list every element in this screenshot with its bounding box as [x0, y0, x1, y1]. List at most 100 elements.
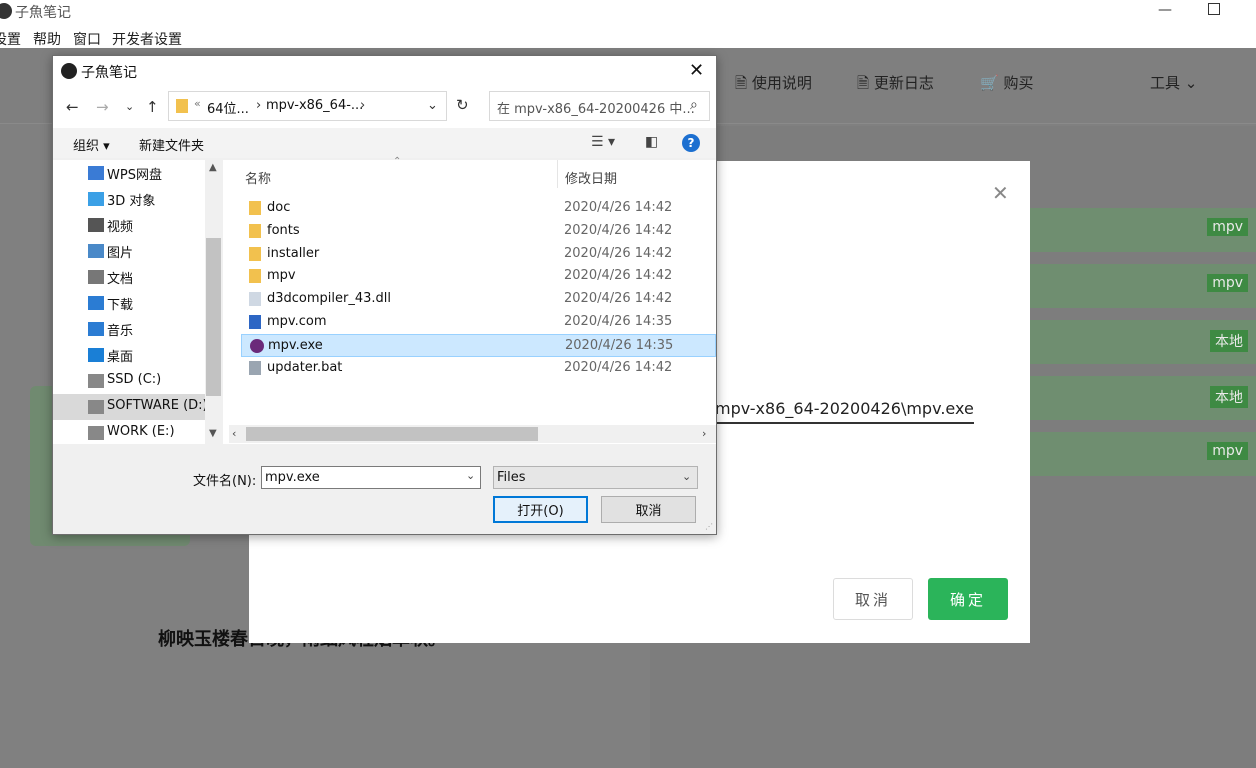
column-header-date[interactable]: 修改日期 [565, 168, 617, 187]
file-name: d3dcompiler_43.dll [267, 291, 392, 307]
overflow-chevron-icon[interactable]: « [194, 97, 201, 110]
file-list: ⌃ 名称 修改日期 ‹ › doc 2020/4/26 14:42 fonts 202… [223, 156, 716, 444]
scroll-right-icon[interactable]: › [702, 427, 706, 440]
menu-developer-settings[interactable]: 开发者设置 [112, 29, 182, 49]
cancel-button[interactable]: 取消 [833, 578, 913, 620]
nav-tree-item[interactable]: 视频 [53, 212, 205, 238]
app-titlebar: 子魚笔记 — [0, 0, 1256, 24]
file-date: 2020/4/26 14:35 [564, 314, 673, 329]
nav-tree-label: SSD (C:) [107, 372, 162, 387]
file-row[interactable]: installer 2020/4/26 14:42 [241, 243, 716, 266]
search-placeholder: 在 mpv-x86_64-20200426 中... [497, 102, 695, 117]
folder-icon [249, 223, 261, 238]
bat-file-icon [249, 360, 261, 375]
file-row[interactable]: doc 2020/4/26 14:42 [241, 197, 716, 220]
scrollbar-thumb[interactable] [206, 238, 221, 396]
menu-window[interactable]: 窗口 [73, 29, 101, 49]
app-logo-icon [61, 63, 77, 79]
column-divider[interactable] [557, 160, 558, 188]
back-arrow-icon[interactable]: ← [66, 98, 79, 116]
sort-ascending-icon: ⌃ [393, 156, 402, 167]
dialog-cancel-button[interactable]: 取消 [601, 496, 696, 523]
nav-tree-label: 桌面 [107, 350, 134, 365]
cloud-icon [88, 166, 104, 180]
player-path-field[interactable]: mpv-x86_64-20200426\mpv.exe [715, 399, 974, 424]
nav-tree-item[interactable]: WORK (E:) [53, 420, 205, 446]
file-date: 2020/4/26 14:35 [565, 337, 674, 353]
dialog-titlebar: 子魚笔记 ✕ [53, 56, 716, 86]
nav-buy-link[interactable]: 🛒 购买 [980, 72, 1033, 93]
open-button[interactable]: 打开(O) [493, 496, 588, 523]
file-row[interactable]: updater.bat 2020/4/26 14:42 [241, 357, 716, 380]
help-icon[interactable]: ? [682, 134, 700, 152]
app-logo-icon [0, 3, 12, 19]
nav-tree-label: SOFTWARE (D:) [107, 398, 208, 413]
mpv-app-icon [250, 338, 264, 353]
document-icon [88, 270, 104, 284]
nav-tree-item[interactable]: 文档 [53, 264, 205, 290]
preview-pane-icon[interactable]: ◧ [645, 134, 658, 150]
scroll-up-icon[interactable]: ▲ [209, 162, 217, 173]
breadcrumb-chevron-icon[interactable]: › [360, 98, 365, 113]
file-name: fonts [267, 222, 300, 238]
scroll-left-icon[interactable]: ‹ [232, 427, 236, 440]
scrollbar-thumb[interactable] [246, 427, 538, 441]
nav-tree-item[interactable]: WPS网盘 [53, 160, 205, 186]
nav-tree-label: WORK (E:) [107, 424, 175, 439]
forward-arrow-icon[interactable]: → [96, 98, 109, 116]
file-date: 2020/4/26 14:42 [564, 268, 673, 284]
nav-tree-item[interactable]: 3D 对象 [53, 186, 205, 212]
breadcrumb-mpv-folder[interactable]: mpv-x86_64-... [266, 98, 363, 113]
confirm-button[interactable]: 确定 [928, 578, 1008, 620]
filename-input[interactable]: mpv.exe ⌄ [261, 466, 481, 489]
nav-tree-item[interactable]: SOFTWARE (D:) [53, 394, 208, 420]
breadcrumb-64bit[interactable]: 64位... [207, 98, 249, 117]
player-tag: mpv [1207, 274, 1248, 292]
nav-tree-item[interactable]: 音乐 [53, 316, 205, 342]
nav-tree-item[interactable]: 图片 [53, 238, 205, 264]
new-folder-button[interactable]: 新建文件夹 [139, 135, 204, 154]
scroll-down-icon[interactable]: ▼ [209, 428, 217, 439]
minimize-button[interactable]: — [1157, 2, 1173, 18]
nav-usage-link[interactable]: 🗎 使用说明 [735, 72, 812, 98]
file-row[interactable]: fonts 2020/4/26 14:42 [241, 220, 716, 243]
maximize-button[interactable] [1208, 3, 1220, 15]
dialog-close-button[interactable]: ✕ [689, 60, 704, 81]
drive-icon [88, 426, 104, 440]
video-icon [88, 218, 104, 232]
nav-tree-label: 音乐 [107, 324, 134, 339]
refresh-icon[interactable]: ↻ [456, 96, 469, 114]
close-icon[interactable]: ✕ [992, 181, 1009, 205]
up-arrow-icon[interactable]: ↑ [146, 98, 159, 116]
breadcrumb-chevron-icon[interactable]: › [256, 98, 261, 113]
nav-scrollbar[interactable]: ▲ ▼ [205, 160, 222, 444]
nav-tree-label: 视频 [107, 220, 134, 235]
nav-tools-menu[interactable]: 工具 ⌄ [1150, 72, 1197, 93]
column-header-name[interactable]: 名称 [245, 168, 271, 187]
search-input[interactable]: 在 mpv-x86_64-20200426 中... ⌕ [489, 91, 710, 121]
nav-changelog-link[interactable]: 🗎 更新日志 [857, 72, 934, 98]
nav-tree-item[interactable]: 桌面 [53, 342, 205, 368]
view-options-icon[interactable]: ☰ ▾ [591, 134, 615, 150]
folder-icon [176, 99, 188, 113]
organize-menu[interactable]: 组织 ▾ [73, 135, 110, 154]
file-row[interactable]: mpv.com 2020/4/26 14:35 [241, 311, 716, 334]
file-row[interactable]: mpv.exe 2020/4/26 14:35 [241, 333, 716, 357]
file-date: 2020/4/26 14:42 [564, 222, 673, 238]
menu-settings[interactable]: 设置 [0, 29, 21, 49]
nav-tree-item[interactable]: 下载 [53, 290, 205, 316]
address-dropdown-icon[interactable]: ⌄ [427, 98, 438, 113]
horizontal-scrollbar[interactable]: ‹ › [229, 425, 716, 443]
address-bar[interactable]: « 64位... › mpv-x86_64-... › ⌄ [168, 91, 447, 121]
file-type-select[interactable]: Files ⌄ [493, 466, 698, 489]
chevron-down-icon[interactable]: ⌄ [466, 469, 475, 482]
file-row[interactable]: d3dcompiler_43.dll 2020/4/26 14:42 [241, 288, 716, 311]
recent-locations-chevron-icon[interactable]: ⌄ [125, 100, 134, 113]
resize-grip-icon[interactable]: ⋰ [705, 522, 713, 531]
nav-tree-item[interactable]: SSD (C:) [53, 368, 205, 394]
nav-tree-label: 文档 [107, 272, 134, 287]
file-row[interactable]: mpv 2020/4/26 14:42 [241, 265, 716, 288]
menu-help[interactable]: 帮助 [33, 29, 61, 49]
file-date: 2020/4/26 14:42 [564, 245, 673, 261]
filename-label: 文件名(N): [193, 474, 257, 489]
